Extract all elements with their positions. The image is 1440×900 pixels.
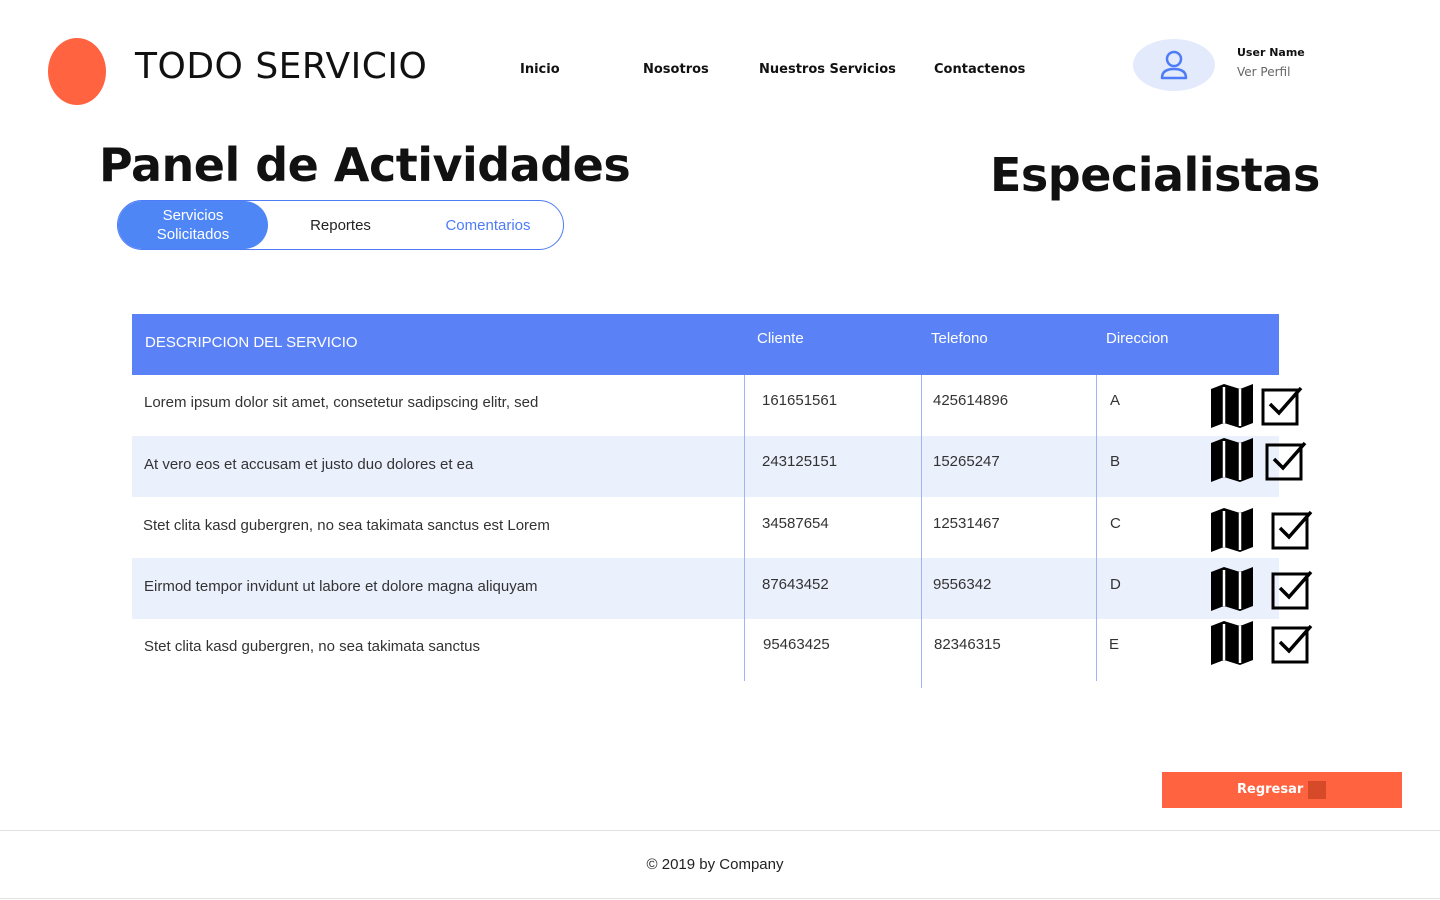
user-icon — [1160, 50, 1188, 80]
header-descripcion: DESCRIPCION DEL SERVICIO — [145, 334, 358, 351]
table-row[interactable]: Eirmod tempor invidunt ut labore et dolo… — [132, 558, 1279, 619]
header-direccion: Direccion — [1106, 330, 1169, 347]
cell-descripcion: At vero eos et accusam et justo duo dolo… — [144, 456, 474, 473]
nav-item-inicio[interactable]: Inicio — [520, 62, 560, 77]
cell-telefono: 82346315 — [934, 636, 1001, 653]
checkbox-checked-icon[interactable] — [1271, 508, 1313, 550]
map-icon[interactable] — [1209, 507, 1255, 553]
column-divider — [744, 375, 745, 681]
tab-servicios-solicitados-label: Servicios Solicitados — [156, 207, 230, 243]
page-title: Panel de Actividades — [99, 138, 631, 192]
avatar[interactable] — [1133, 39, 1215, 91]
cell-descripcion: Stet clita kasd gubergren, no sea takima… — [144, 638, 481, 655]
map-icon[interactable] — [1209, 383, 1255, 429]
back-button-icon — [1308, 781, 1326, 799]
checkbox-checked-icon[interactable] — [1265, 439, 1307, 481]
map-icon[interactable] — [1209, 566, 1255, 612]
cell-cliente: 161651561 — [762, 392, 838, 409]
table-row[interactable]: Stet clita kasd gubergren, no sea takima… — [132, 619, 1279, 680]
specialists-title: Especialistas — [990, 148, 1320, 202]
footer: © 2019 by Company — [0, 856, 1440, 873]
column-divider — [1096, 375, 1097, 681]
nav-item-nuestros-servicios[interactable]: Nuestros Servicios — [759, 62, 896, 77]
cell-cliente: 243125151 — [762, 453, 838, 470]
cell-direccion: C — [1110, 515, 1121, 532]
tab-bar: Reportes Comentarios Servicios Solicitad… — [117, 200, 564, 250]
cell-telefono: 12531467 — [933, 515, 1000, 532]
cell-descripcion: Eirmod tempor invidunt ut labore et dolo… — [144, 578, 538, 595]
footer-divider — [0, 830, 1440, 831]
cell-direccion: B — [1110, 453, 1121, 470]
cell-descripcion: Lorem ipsum dolor sit amet, consetetur s… — [144, 394, 539, 411]
cell-cliente: 34587654 — [762, 515, 829, 532]
cell-direccion: A — [1110, 392, 1121, 409]
tab-reportes[interactable]: Reportes — [268, 201, 413, 249]
map-icon[interactable] — [1209, 437, 1255, 483]
brand-name[interactable]: TODO SERVICIO — [135, 46, 427, 87]
header-telefono: Telefono — [931, 330, 988, 347]
cell-direccion: E — [1109, 636, 1120, 653]
nav-item-nosotros[interactable]: Nosotros — [643, 62, 709, 77]
cell-direccion: D — [1110, 576, 1121, 593]
cell-cliente: 95463425 — [763, 636, 830, 653]
back-button-label: Regresar — [1237, 782, 1304, 797]
view-profile-link[interactable]: Ver Perfil — [1237, 65, 1290, 79]
cell-telefono: 9556342 — [933, 576, 992, 593]
tab-comentarios[interactable]: Comentarios — [413, 201, 563, 249]
checkbox-checked-icon[interactable] — [1271, 568, 1313, 610]
tab-servicios-solicitados[interactable]: Servicios Solicitados — [118, 201, 268, 249]
cell-cliente: 87643452 — [762, 576, 829, 593]
column-divider — [921, 375, 922, 688]
user-name: User Name — [1237, 46, 1305, 59]
table-row[interactable]: Lorem ipsum dolor sit amet, consetetur s… — [132, 375, 1279, 436]
cell-telefono: 15265247 — [933, 453, 1000, 470]
table-row[interactable]: Stet clita kasd gubergren, no sea takima… — [132, 497, 1279, 558]
cell-descripcion: Stet clita kasd gubergren, no sea takima… — [143, 517, 550, 534]
table-header: DESCRIPCION DEL SERVICIO Cliente Telefon… — [132, 314, 1279, 375]
back-button[interactable]: Regresar — [1162, 772, 1402, 808]
checkbox-checked-icon[interactable] — [1261, 384, 1303, 426]
nav-item-contactenos[interactable]: Contactenos — [934, 62, 1025, 77]
cell-telefono: 425614896 — [933, 392, 1009, 409]
logo[interactable] — [48, 38, 106, 105]
table-row[interactable]: At vero eos et accusam et justo duo dolo… — [132, 436, 1279, 497]
map-icon[interactable] — [1209, 620, 1255, 666]
checkbox-checked-icon[interactable] — [1271, 622, 1313, 664]
header-cliente: Cliente — [757, 330, 804, 347]
copyright: © 2019 by Company — [646, 856, 784, 873]
footer-divider — [0, 898, 1440, 899]
